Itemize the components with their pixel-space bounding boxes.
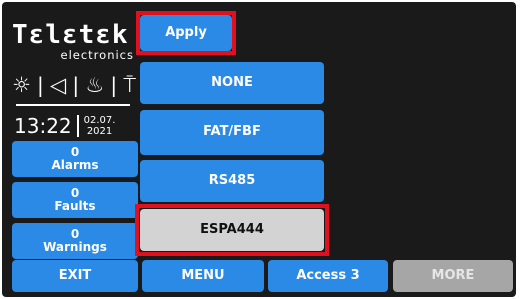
option-rs485-button[interactable]: RS485 [140, 160, 324, 202]
faults-button[interactable]: 0 Faults [12, 182, 138, 218]
espa444-highlight [135, 204, 329, 256]
status-icons: ☼ | ◁ | ♨ | ⍑ [12, 72, 136, 98]
speaker-icon: ◁ [50, 73, 67, 97]
extinguisher-icon: ⍑ [123, 72, 136, 97]
clock-date: 02.07. 2021 [76, 115, 116, 137]
more-button[interactable]: MORE [393, 260, 513, 292]
warnings-button[interactable]: 0 Warnings [12, 223, 138, 259]
clock-time: 13:22 [14, 114, 72, 138]
faults-label: Faults [54, 199, 96, 213]
option-fat-fbf-button[interactable]: FAT/FBF [140, 110, 324, 155]
alarms-button[interactable]: 0 Alarms [12, 141, 138, 177]
brand-subtitle: electronics [60, 48, 134, 62]
panel-screen: Tɛlɛtɛk electronics ☼ | ◁ | ♨ | ⍑ 13:22 … [2, 2, 516, 297]
access-level-button[interactable]: Access 3 [268, 260, 388, 292]
sun-icon: ☼ [12, 73, 31, 97]
option-none-button[interactable]: NONE [140, 62, 324, 104]
flame-icon: ♨ [85, 73, 105, 97]
divider: | [72, 73, 80, 97]
alarms-label: Alarms [51, 158, 99, 172]
exit-button[interactable]: EXIT [12, 260, 138, 292]
clock-date-day-month: 02.07. [83, 115, 116, 126]
brand-logo: Tɛlɛtɛk [12, 20, 129, 50]
divider-line [16, 104, 130, 106]
clock-date-year: 2021 [86, 126, 113, 137]
divider: | [37, 73, 44, 97]
clock: 13:22 02.07. 2021 [14, 112, 115, 140]
apply-highlight [136, 11, 236, 55]
divider: | [110, 73, 118, 97]
warnings-label: Warnings [43, 240, 107, 254]
menu-button[interactable]: MENU [142, 260, 264, 292]
